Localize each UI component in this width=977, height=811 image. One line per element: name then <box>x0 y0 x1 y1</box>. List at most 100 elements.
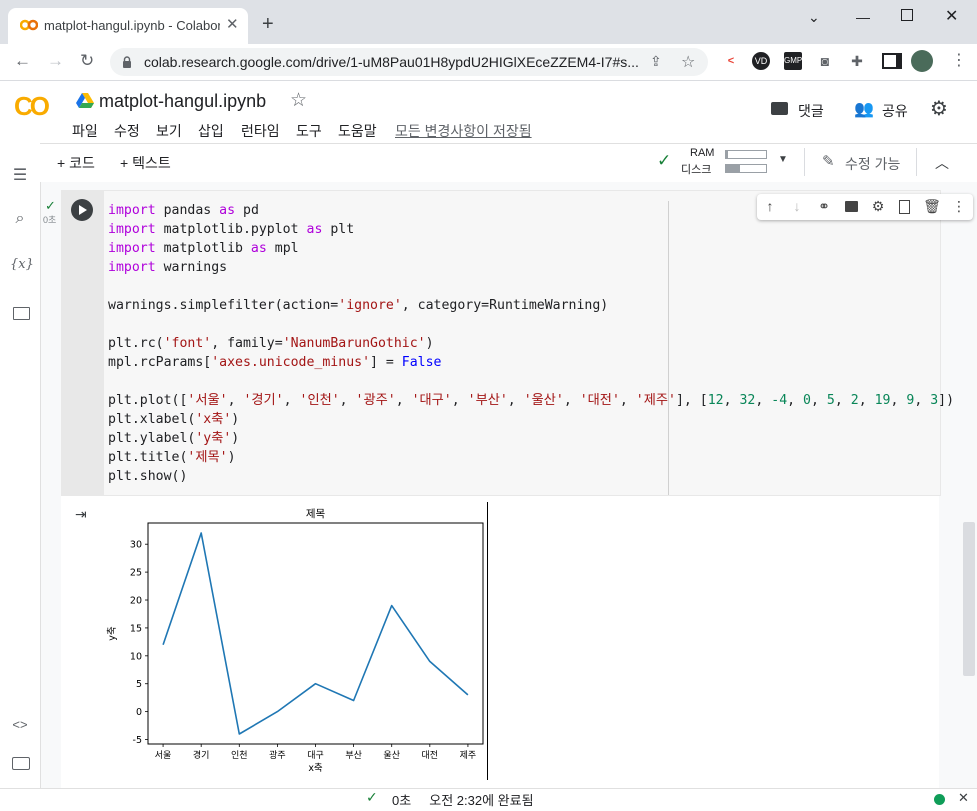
notebook-title[interactable]: matplot-hangul.ipynb <box>99 91 266 112</box>
status-message: 오전 2:32에 완료됨 <box>429 793 534 808</box>
cell-gutter <box>62 191 104 495</box>
x-tick-label: 제주 <box>460 750 477 761</box>
y-axis-label: y축 <box>107 626 118 641</box>
new-tab-icon[interactable]: + <box>262 14 274 34</box>
back-icon[interactable]: ← <box>14 51 31 71</box>
x-axis-label: x축 <box>308 763 323 774</box>
reload-icon[interactable]: ↻ <box>80 51 94 71</box>
editor-ruler <box>668 201 669 495</box>
notebook-area: ✓ 0초 import pandas as pd import matplotl… <box>41 182 977 788</box>
tab-title: matplot-hangul.ipynb - Colabora <box>44 18 220 33</box>
status-text: 0초 오전 2:32에 완료됨 <box>392 790 534 809</box>
menu-tools[interactable]: 도구 <box>296 121 322 141</box>
comment-button[interactable]: 댓글 <box>798 101 824 121</box>
ram-label: RAM <box>690 147 715 159</box>
exec-check-icon: ✓ <box>45 198 56 213</box>
colab-header: CO matplot-hangul.ipynb ☆ 파일 수정 보기 삽입 런타… <box>0 81 977 143</box>
folder-icon[interactable] <box>13 307 30 320</box>
pencil-icon: ✎ <box>822 153 835 170</box>
status-time: 0초 <box>392 793 412 808</box>
colab-favicon-icon <box>20 19 38 31</box>
saved-status[interactable]: 모든 변경사항이 저장됨 <box>395 121 532 141</box>
more-options-icon[interactable]: ⋮ <box>949 198 969 215</box>
x-tick-label: 인천 <box>231 750 248 761</box>
scrollbar[interactable] <box>963 522 975 676</box>
add-code-button[interactable]: + 코드 <box>57 153 95 173</box>
add-text-button[interactable]: + 텍스트 <box>120 153 171 173</box>
lock-icon <box>123 56 131 68</box>
forward-icon[interactable]: → <box>47 51 64 71</box>
collapse-header-icon[interactable]: ︿ <box>935 153 949 173</box>
menu-runtime[interactable]: 런타임 <box>241 121 280 141</box>
tab-search-icon[interactable]: ⌄ <box>808 9 820 26</box>
star-icon[interactable]: ☆ <box>290 89 307 112</box>
search-icon[interactable]: ⌕ <box>10 210 30 228</box>
y-tick-label: 25 <box>130 568 142 579</box>
y-tick-label: 0 <box>136 707 142 718</box>
browser-menu-icon[interactable]: ⋮ <box>951 50 967 70</box>
settings-gear-icon[interactable]: ⚙ <box>930 96 948 121</box>
comment-cell-icon[interactable] <box>845 201 858 212</box>
puzzle-icon[interactable]: ✚ <box>848 52 866 70</box>
line-chart: 제목 -5 0 5 10 15 20 25 30 서울 경기 인천 광주 대구 부산 울산 대전 제주 x축 y축 <box>107 508 484 774</box>
move-down-icon[interactable]: ↓ <box>787 198 807 214</box>
address-bar[interactable]: colab.research.google.com/drive/1-uM8Pau… <box>110 48 708 76</box>
cell-settings-icon[interactable]: ⚙ <box>868 198 888 215</box>
gmp-icon[interactable]: GMP <box>784 52 802 70</box>
share-button[interactable]: 공유 <box>882 101 908 121</box>
menu-file[interactable]: 파일 <box>72 121 98 141</box>
code-cell[interactable]: import pandas as pd import matplotlib.py… <box>61 190 973 496</box>
profile-avatar[interactable] <box>911 50 933 72</box>
cell-toolbar: ↑ ↓ ⚭ ⚙ 🗑 ⋮ <box>757 194 973 220</box>
minimize-icon[interactable]: — <box>856 9 870 25</box>
sidepanel-icon[interactable] <box>882 53 902 69</box>
maximize-icon[interactable] <box>901 9 913 21</box>
output-divider <box>487 502 488 780</box>
y-tick-label: 15 <box>130 623 142 634</box>
menu-view[interactable]: 보기 <box>156 121 182 141</box>
bookmark-star-icon[interactable]: ☆ <box>681 52 695 72</box>
comment-icon[interactable] <box>771 102 788 115</box>
run-cell-button[interactable] <box>71 199 93 221</box>
delete-icon[interactable]: 🗑 <box>922 198 942 215</box>
colab-logo[interactable]: CO <box>14 91 50 122</box>
y-tick-label: 30 <box>130 540 142 551</box>
menu-edit[interactable]: 수정 <box>114 121 140 141</box>
camera-icon[interactable]: ◙ <box>816 52 834 70</box>
menu-insert[interactable]: 삽입 <box>198 121 224 141</box>
x-tick-label: 부산 <box>345 750 362 761</box>
x-tick-label: 대전 <box>422 750 439 761</box>
status-bar: ✓ 0초 오전 2:32에 완료됨 ✕ <box>0 788 977 811</box>
close-status-icon[interactable]: ✕ <box>958 790 969 806</box>
browser-tab[interactable]: matplot-hangul.ipynb - Colabora ✕ <box>8 8 248 44</box>
cell-output: ⇥ 제목 -5 0 5 10 15 20 25 30 서울 경기 인천 광주 대구 부산 울산 대전 제주 x축 y축 <box>61 496 939 788</box>
connected-check-icon: ✓ <box>657 151 672 170</box>
move-up-icon[interactable]: ↑ <box>760 198 780 214</box>
code-snippets-icon[interactable]: <> <box>10 717 30 732</box>
y-tick-label: 5 <box>136 679 142 690</box>
vd-icon[interactable]: VD <box>752 52 770 70</box>
toc-icon[interactable]: ☰ <box>10 165 30 185</box>
y-tick-label: 20 <box>130 596 142 607</box>
extension-icon[interactable]: < <box>722 52 740 70</box>
chart-title: 제목 <box>306 508 326 520</box>
variables-icon[interactable]: {x} <box>10 257 34 272</box>
x-tick-label: 경기 <box>193 749 210 761</box>
mirror-cell-icon[interactable] <box>899 200 910 214</box>
window-close-icon[interactable]: ✕ <box>945 6 958 26</box>
tab-close-icon[interactable]: ✕ <box>226 15 239 33</box>
output-menu-icon[interactable]: ⇥ <box>75 506 87 523</box>
resources-dropdown-icon[interactable]: ▼ <box>778 154 788 165</box>
notebook-toolbar: + 코드 + 텍스트 ✓ RAM 디스크 ▼ ✎ 수정 가능 ︿ <box>40 143 977 183</box>
link-icon[interactable]: ⚭ <box>814 198 834 215</box>
code-editor[interactable]: import pandas as pd import matplotlib.py… <box>108 201 954 486</box>
share-page-icon[interactable]: ⇪ <box>650 53 662 70</box>
x-tick-label: 울산 <box>383 750 400 761</box>
terminal-icon[interactable] <box>12 757 30 770</box>
divider <box>804 148 805 176</box>
people-icon: 👥 <box>854 101 874 118</box>
menu-help[interactable]: 도움말 <box>338 121 377 141</box>
y-tick-label: -5 <box>133 735 142 746</box>
edit-mode-button[interactable]: 수정 가능 <box>845 154 900 174</box>
x-tick-label: 대구 <box>307 750 324 761</box>
